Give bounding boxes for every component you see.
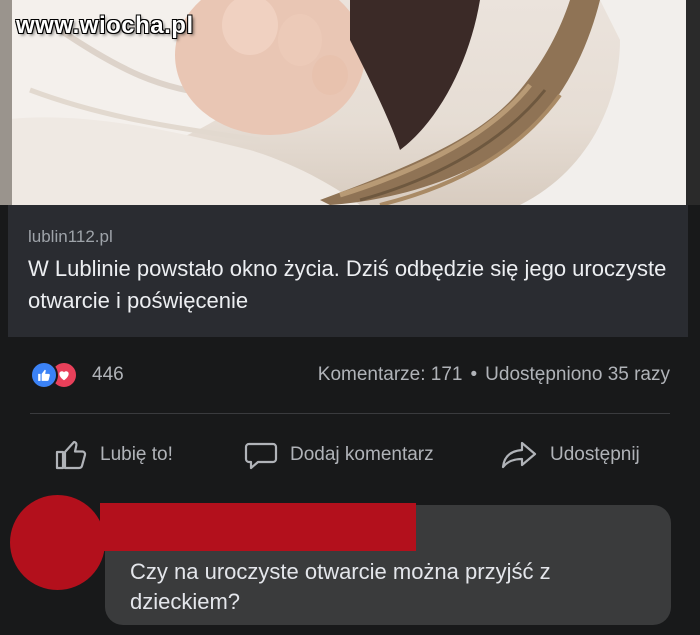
post-photo[interactable]: www.wiocha.pl <box>0 0 700 205</box>
comment-icon <box>244 439 278 471</box>
comment: Czy na uroczyste otwarcie można przyjść … <box>0 495 700 635</box>
like-outline-icon <box>54 439 88 471</box>
share-button[interactable]: Udostępnij <box>500 439 640 471</box>
photo-edge-right <box>686 0 700 205</box>
like-label: Lubię to! <box>100 444 173 465</box>
comments-count[interactable]: Komentarze: 171 <box>318 364 463 385</box>
reaction-count[interactable]: 446 <box>92 364 124 386</box>
photo-edge <box>0 0 12 205</box>
watermark: www.wiocha.pl <box>16 12 194 39</box>
divider <box>30 413 670 414</box>
reactions-stats-row: 446 Komentarze: 171 • Udostępniono 35 razy <box>8 345 688 405</box>
link-headline[interactable]: W Lublinie powstało okno życia. Dziś odb… <box>28 253 678 317</box>
like-button[interactable]: Lubię to! <box>54 439 173 471</box>
commenter-name-redacted[interactable] <box>100 503 416 551</box>
avatar-redacted[interactable] <box>10 495 105 590</box>
share-label: Udostępnij <box>550 444 640 465</box>
thumbs-up-icon[interactable] <box>30 361 58 389</box>
separator-dot: • <box>470 364 478 385</box>
comment-label: Dodaj komentarz <box>290 444 434 465</box>
comment-text: Czy na uroczyste otwarcie można przyjść … <box>130 559 551 614</box>
comment-button[interactable]: Dodaj komentarz <box>244 439 434 471</box>
post-actions: Lubię to! Dodaj komentarz Udostępnij <box>8 425 688 485</box>
shares-count[interactable]: Udostępniono 35 razy <box>485 364 670 385</box>
comments-shares-summary: Komentarze: 171 • Udostępniono 35 razy <box>318 364 670 386</box>
link-source: lublin112.pl <box>28 227 113 246</box>
share-arrow-icon <box>500 439 538 471</box>
link-preview-card[interactable]: lublin112.pl W Lublinie powstało okno ży… <box>8 205 688 337</box>
